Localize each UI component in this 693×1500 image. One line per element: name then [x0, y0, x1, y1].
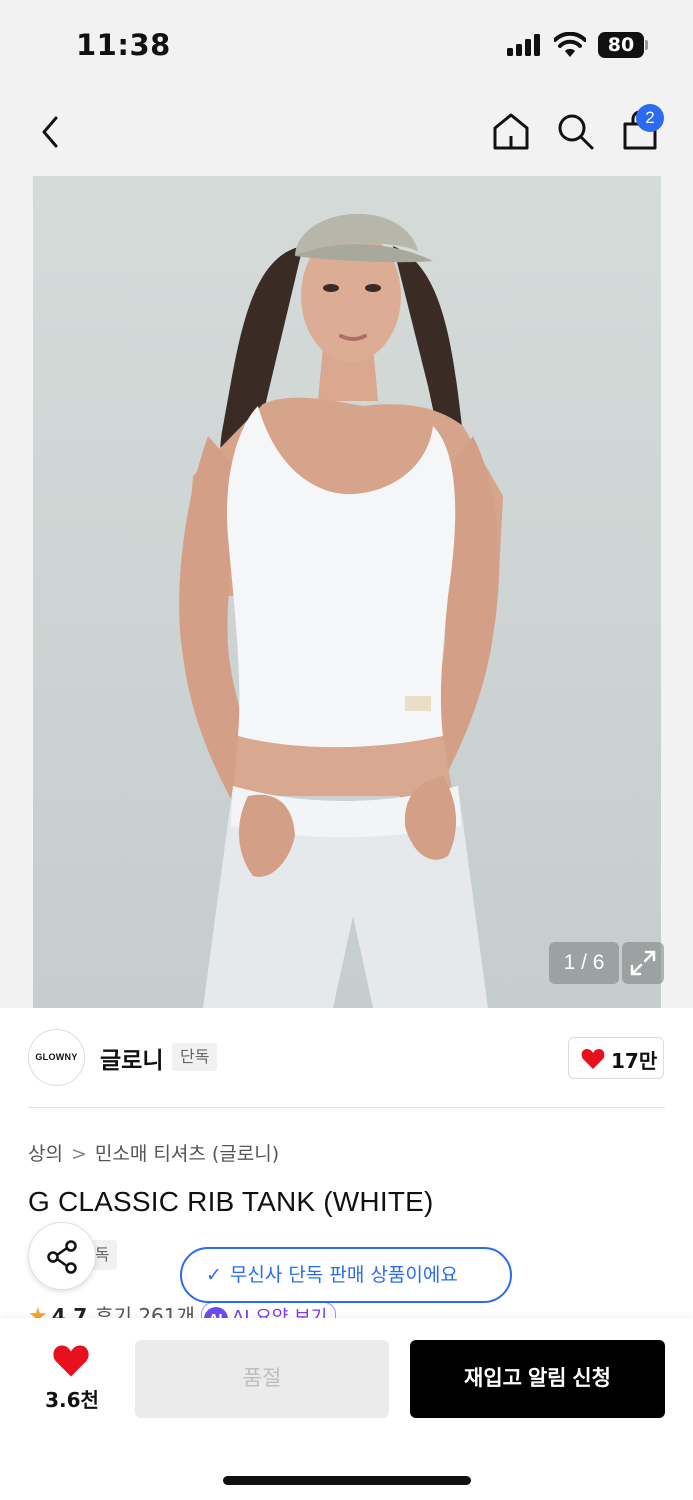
battery-cap: [645, 40, 648, 50]
expand-icon[interactable]: [622, 942, 664, 984]
breadcrumb: 상의 > 민소매 티셔츠 (글로니): [28, 1139, 279, 1166]
battery-indicator: 80: [598, 32, 644, 58]
home-icon[interactable]: [490, 110, 532, 152]
heart-icon: [581, 1049, 605, 1069]
home-indicator[interactable]: [223, 1476, 471, 1485]
restock-alert-button[interactable]: 재입고 알림 신청: [410, 1340, 665, 1418]
brand-name[interactable]: 글로니: [100, 1041, 163, 1075]
search-icon[interactable]: [554, 110, 596, 152]
status-bar: 11:38 80: [0, 0, 693, 92]
status-time: 11:38: [76, 28, 171, 62]
gallery-counter: 1 / 6: [549, 942, 619, 984]
nav-bar: [0, 92, 693, 176]
back-icon[interactable]: [34, 112, 68, 152]
soldout-button: 품절: [135, 1340, 389, 1418]
brand-logo[interactable]: GLOWNY: [28, 1029, 85, 1086]
brand-exclusive-badge: 단독: [172, 1043, 218, 1071]
divider: [28, 1107, 665, 1108]
toast-message: 무신사 단독 판매 상품이에요: [229, 1264, 458, 1286]
wishlist-count: 3.6천: [45, 1388, 99, 1412]
product-photo[interactable]: [33, 176, 661, 1008]
share-icon: [47, 1240, 77, 1274]
breadcrumb-item-category[interactable]: 상의: [28, 1139, 63, 1166]
chevron-right-icon: >: [70, 1143, 87, 1165]
cellular-signal-icon: [507, 34, 543, 56]
wishlist-heart-icon[interactable]: [52, 1344, 90, 1378]
breadcrumb-item-subcategory[interactable]: 민소매 티셔츠 (글로니): [95, 1139, 279, 1166]
product-title: G CLASSIC RIB TANK (WHITE): [28, 1186, 434, 1217]
brand-like-button[interactable]: 17만: [568, 1037, 664, 1079]
model-illustration: [179, 213, 503, 1008]
cart-count-badge: 2: [636, 104, 664, 132]
wifi-icon: [554, 32, 586, 57]
share-button[interactable]: [28, 1222, 96, 1290]
exclusive-toast: ✓ 무신사 단독 판매 상품이에요: [180, 1247, 512, 1303]
check-icon: ✓: [206, 1264, 222, 1286]
brand-like-count: 17만: [611, 1049, 658, 1073]
